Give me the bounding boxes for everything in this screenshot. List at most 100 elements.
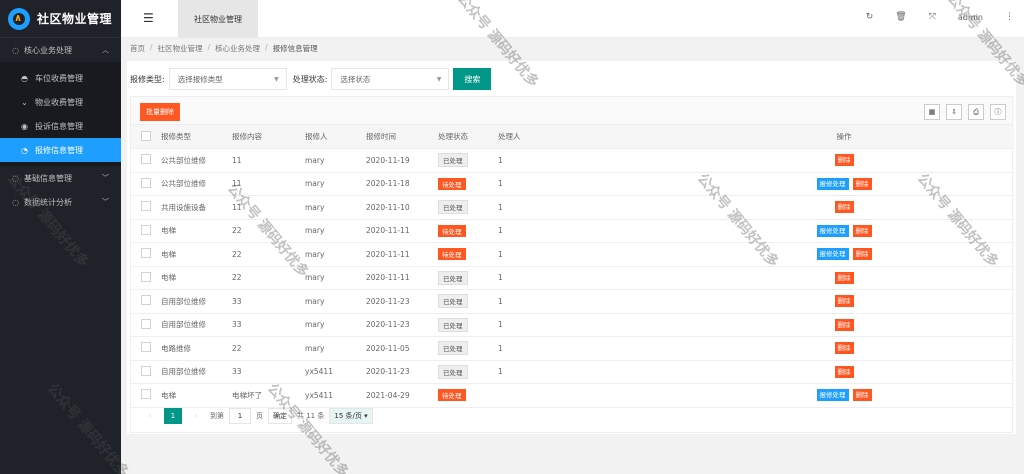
app-logo[interactable]: ∧ 社区物业管理 <box>0 0 121 38</box>
trash-icon[interactable]: 🗑 <box>895 12 906 22</box>
status-select[interactable]: 选择状态 ▼ <box>331 68 450 90</box>
delete-button[interactable]: 删除 <box>834 271 854 284</box>
row-checkbox[interactable] <box>141 177 151 188</box>
status-badge: 已处理 <box>438 270 468 285</box>
row-checkbox[interactable] <box>141 295 151 306</box>
row-checkbox[interactable] <box>141 318 151 329</box>
nav-group-core[interactable]: ◌ 核心业务处理 ︿ <box>0 38 121 62</box>
info-icon[interactable]: ⓘ <box>990 104 1006 120</box>
cell-handler: 1 <box>498 289 674 314</box>
column-header: 处理状态 <box>438 125 498 149</box>
cell-handler: 1 <box>498 336 674 361</box>
cell-content: 22 <box>232 242 305 267</box>
nav-group-basic[interactable]: ◌ 基础信息管理 ﹀ <box>0 166 121 190</box>
batch-delete-button[interactable]: 批量删除 <box>140 103 180 121</box>
row-checkbox[interactable] <box>141 365 151 376</box>
select-all-checkbox[interactable] <box>141 130 151 141</box>
prev-page-button[interactable]: ‹ <box>141 408 159 424</box>
table-row: 电梯 22 mary 2020-11-11 待处理 1 报修处理 删除 <box>131 219 1014 243</box>
sidebar-item-complaint[interactable]: ◉ 投诉信息管理 <box>0 114 121 138</box>
process-repair-button[interactable]: 报修处理 <box>816 389 849 402</box>
status-badge: 待处理 <box>438 224 466 237</box>
column-header: 报修人 <box>305 125 366 149</box>
status-badge: 待处理 <box>438 389 466 402</box>
sidebar-item-repair[interactable]: ◔ 报修信息管理 <box>0 138 121 162</box>
table-row: 电路维修 22 mary 2020-11-05 已处理 1 删除 <box>131 336 1014 361</box>
row-checkbox[interactable] <box>141 342 151 353</box>
breadcrumb-item[interactable]: 社区物业管理 <box>158 43 203 54</box>
status-placeholder: 选择状态 <box>340 74 371 84</box>
cell-person: mary <box>305 219 366 243</box>
table-tools: ▦ ⇩ ⎙ ⓘ <box>924 104 1006 120</box>
page-button-current[interactable]: 1 <box>164 408 182 424</box>
delete-button[interactable]: 删除 <box>834 318 854 331</box>
cell-handler: 1 <box>498 195 674 220</box>
nav-group-label: 数据统计分析 <box>23 197 72 207</box>
cell-handler: 1 <box>498 219 674 243</box>
fullscreen-icon[interactable]: ⤧ <box>929 12 936 22</box>
print-icon[interactable]: ⎙ <box>968 104 984 120</box>
cell-person: yx5411 <box>305 360 366 384</box>
table-container: 批量删除 ▦ ⇩ ⎙ ⓘ 报修类型 报修内容 报修人 报修时间 处理状态 处理人… <box>130 96 1014 433</box>
delete-button[interactable]: 删除 <box>852 177 872 190</box>
delete-button[interactable]: 删除 <box>852 224 872 237</box>
sidebar-item-parking-fee[interactable]: ◓ 车位收费管理 <box>0 66 121 90</box>
next-page-button[interactable]: › <box>187 408 205 424</box>
process-repair-button[interactable]: 报修处理 <box>816 248 849 261</box>
row-checkbox[interactable] <box>141 271 151 282</box>
repair-type-label: 报修类型: <box>130 74 165 84</box>
repair-type-select[interactable]: 选择报修类型 ▼ <box>168 68 287 90</box>
menu-toggle-icon[interactable]: ☰ <box>143 11 154 25</box>
cell-person: mary <box>305 266 366 290</box>
delete-button[interactable]: 删除 <box>852 248 872 261</box>
table-row: 自用部位维修 33 mary 2020-11-23 已处理 1 删除 <box>131 313 1014 337</box>
user-menu[interactable]: admin <box>958 13 983 22</box>
row-checkbox[interactable] <box>141 248 151 259</box>
goto-confirm-button[interactable]: 确定 <box>268 408 292 424</box>
process-repair-button[interactable]: 报修处理 <box>816 224 849 237</box>
cell-type: 电梯 <box>161 266 232 290</box>
cell-actions: 删除 <box>674 195 1014 220</box>
page-size-value: 15 条/页 <box>334 412 362 420</box>
delete-button[interactable]: 删除 <box>852 389 872 402</box>
delete-button[interactable]: 删除 <box>834 201 854 214</box>
breadcrumb-separator: / <box>207 43 211 52</box>
delete-button[interactable]: 删除 <box>834 365 854 378</box>
tab-home[interactable]: 社区物业管理 <box>178 0 258 38</box>
search-button[interactable]: 搜索 <box>453 68 492 90</box>
breadcrumb-separator: / <box>265 43 268 52</box>
table-body: 公共部位维修 11 mary 2020-11-19 已处理 1 删除 公共部位维修 11 mary… <box>131 148 1014 408</box>
process-repair-button[interactable]: 报修处理 <box>816 177 849 190</box>
sidebar-item-label: 物业收费管理 <box>35 97 83 107</box>
row-checkbox[interactable] <box>141 201 151 212</box>
chevron-down-icon: ﹀ <box>102 198 109 206</box>
app-title: 社区物业管理 <box>37 12 113 26</box>
top-header: ☰ 社区物业管理 ↻ 🗑 ⤧ admin ⋮ <box>121 0 1024 38</box>
delete-button[interactable]: 删除 <box>834 342 854 355</box>
cell-time: 2020-11-19 <box>366 148 438 173</box>
cell-content: 33 <box>232 313 305 337</box>
sidebar-item-property-fee[interactable]: ⌄ 物业收费管理 <box>0 90 121 114</box>
delete-button[interactable]: 删除 <box>834 295 854 308</box>
cell-handler <box>498 383 674 408</box>
breadcrumb-home[interactable]: 首页 <box>130 43 145 54</box>
row-checkbox[interactable] <box>141 389 151 400</box>
delete-button[interactable]: 删除 <box>834 154 854 167</box>
row-checkbox[interactable] <box>141 224 151 235</box>
page-size-select[interactable]: 15 条/页 ▾ <box>329 408 373 424</box>
breadcrumb-item[interactable]: 核心业务处理 <box>215 43 260 54</box>
export-icon[interactable]: ⇩ <box>946 104 962 120</box>
cell-actions: 报修处理 删除 <box>674 172 1014 196</box>
cell-type: 电梯 <box>161 219 232 243</box>
nav-group-stats[interactable]: ◌ 数据统计分析 ﹀ <box>0 190 121 214</box>
cell-type: 自用部位维修 <box>161 360 232 384</box>
more-vertical-icon[interactable]: ⋮ <box>1005 12 1014 22</box>
circle-icon: ◌ <box>12 45 19 55</box>
page-input[interactable]: 1 <box>229 408 251 424</box>
columns-icon[interactable]: ▦ <box>924 104 940 120</box>
refresh-icon[interactable]: ↻ <box>866 12 874 22</box>
row-checkbox[interactable] <box>141 154 151 165</box>
cell-content: 11 <box>232 195 305 220</box>
table-row: 公共部位维修 11 mary 2020-11-19 已处理 1 删除 <box>131 148 1014 173</box>
cell-actions: 删除 <box>674 360 1014 384</box>
